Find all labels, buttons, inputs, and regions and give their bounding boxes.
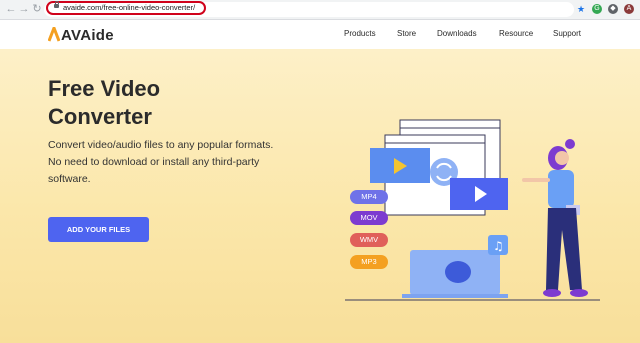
format-badge-mp3: MP3 [350,255,388,269]
nav-resource[interactable]: Resource [499,29,533,38]
puzzle-icon[interactable]: ◆ [608,4,618,14]
forward-icon[interactable]: → [18,3,30,15]
hero-title: Free Video Converter [48,76,161,129]
nav-store[interactable]: Store [397,29,416,38]
reload-icon[interactable]: ↻ [31,3,43,15]
browser-toolbar: ← → ↻ avaide.com/free-online-video-conve… [0,0,640,20]
format-badge-mov: MOV [350,211,388,225]
site-logo[interactable]: AVAide [61,27,114,44]
svg-text:♫: ♫ [493,239,504,253]
format-badge-mp4: MP4 [350,190,388,204]
url-text[interactable]: avaide.com/free-online-video-converter/ [63,3,195,12]
lock-icon[interactable] [54,1,59,8]
nav-support[interactable]: Support [553,29,581,38]
hero-illustration: ♫ MP4 MOV WMV MP3 [330,60,630,310]
profile-avatar[interactable]: A [624,4,634,14]
logo-mark-icon[interactable] [48,27,60,42]
nav-downloads[interactable]: Downloads [437,29,477,38]
hero-description: Convert video/audio files to any popular… [48,139,274,185]
extension-icon[interactable]: G [592,4,602,14]
back-icon[interactable]: ← [5,3,17,15]
format-badge-wmv: WMV [350,233,388,247]
site-header: AVAide Products Store Downloads Resource… [0,20,640,49]
nav-products[interactable]: Products [344,29,376,38]
add-your-files-button[interactable]: ADD YOUR FILES [48,217,149,242]
bookmark-star-icon[interactable]: ★ [576,4,586,14]
converter-illustration: ♫ [345,119,600,301]
